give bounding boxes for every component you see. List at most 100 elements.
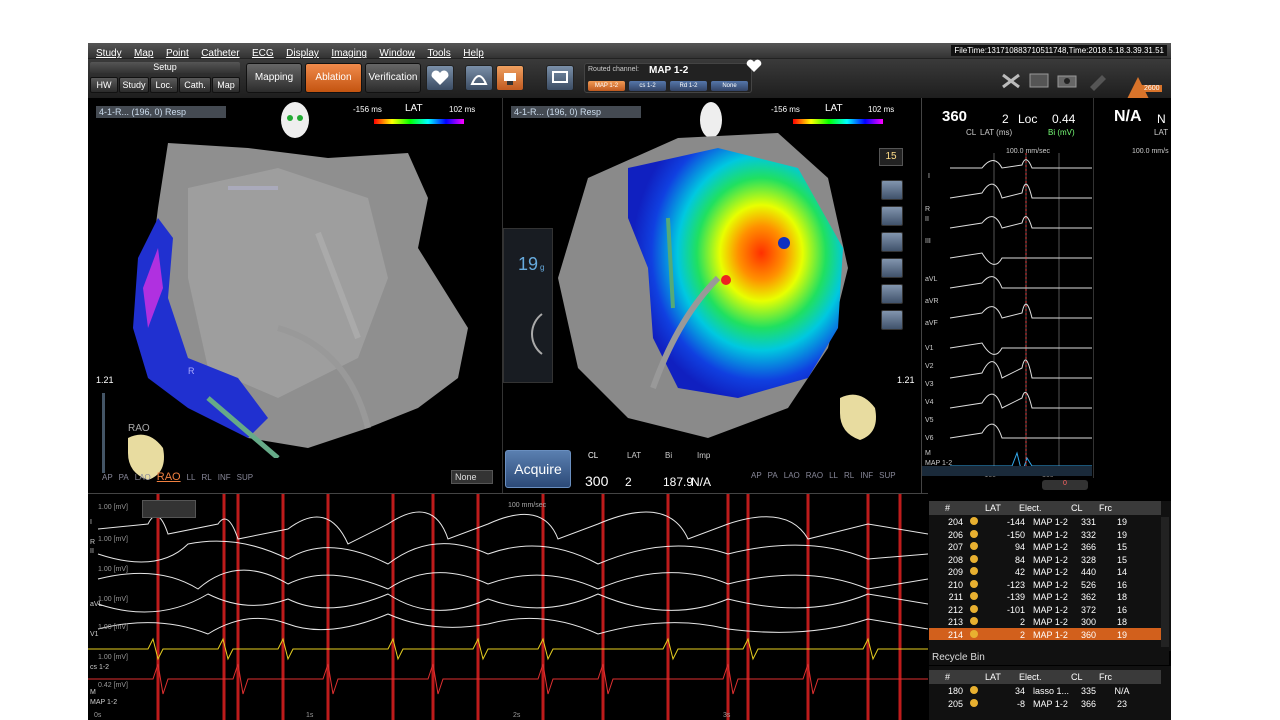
view-rl-2[interactable]: RL: [844, 471, 854, 480]
table-row[interactable]: 205 -8 MAP 1-2 366 23: [929, 697, 1161, 710]
view-lao-2[interactable]: LAO: [784, 471, 800, 480]
heart-orientation-icon-2[interactable]: [835, 388, 880, 443]
ablation-tool-button[interactable]: [496, 65, 524, 91]
wave-label-v1: V1: [90, 631, 99, 638]
table-row[interactable]: 208 84 MAP 1-2 328 15: [929, 553, 1161, 566]
table-row[interactable]: 207 94 MAP 1-2 366 15: [929, 540, 1161, 553]
wave-tool-buttons[interactable]: [142, 500, 196, 518]
point-frc: N/A: [1114, 686, 1130, 696]
channel-cs12[interactable]: cs 1-2: [629, 81, 666, 91]
col-lat[interactable]: LAT: [981, 501, 1017, 515]
table-row[interactable]: 212 -101 MAP 1-2 372 16: [929, 603, 1161, 616]
left-map-header[interactable]: 4-1-R... (196, 0) Resp: [96, 106, 226, 118]
point-num: 213: [947, 617, 963, 627]
point-tag-icon: [969, 684, 993, 698]
lat-max-label: 102 ms: [449, 105, 476, 114]
table-row[interactable]: 206 -150 MAP 1-2 332 19: [929, 528, 1161, 541]
ecg-scrollbar[interactable]: [922, 466, 1092, 476]
col-frc[interactable]: Frc: [1097, 501, 1123, 515]
display-icon[interactable]: [1028, 71, 1050, 91]
acq-cl-value: 300: [585, 473, 609, 489]
rcol-cl[interactable]: CL: [1069, 670, 1097, 684]
view-sup[interactable]: SUP: [237, 473, 253, 482]
camera-icon[interactable]: [1056, 71, 1078, 91]
screen-icon-button[interactable]: [546, 65, 574, 91]
lead-avf: aVF: [925, 320, 938, 327]
left-anatomy-map[interactable]: [128, 128, 500, 458]
point-tool-button[interactable]: [881, 284, 903, 304]
view-rao[interactable]: RAO: [157, 471, 181, 483]
table-row[interactable]: 210 -123 MAP 1-2 526 16: [929, 578, 1161, 591]
point-elect: MAP 1-2: [1033, 617, 1068, 627]
right-map-header[interactable]: 4-1-R... (196, 0) Resp: [511, 106, 641, 118]
setup-hw-button[interactable]: HW: [90, 77, 118, 93]
map-tool-button[interactable]: [881, 258, 903, 278]
view-pa-2[interactable]: PA: [768, 471, 778, 480]
view-pa[interactable]: PA: [119, 473, 129, 482]
view-ll[interactable]: LL: [187, 473, 196, 482]
heart-icon-button[interactable]: [426, 65, 454, 91]
scale-label-7: 0.42 [mV]: [98, 682, 128, 689]
lead-v2: V2: [925, 363, 934, 370]
tag-tool-button[interactable]: [881, 206, 903, 226]
rcol-num[interactable]: #: [929, 670, 951, 684]
point-counter[interactable]: 15: [879, 148, 903, 166]
point-tag-icon: [969, 528, 993, 542]
table-row[interactable]: 180 34 lasso 1... 335 N/A: [929, 684, 1161, 697]
table-row[interactable]: 214 2 MAP 1-2 360 19: [929, 627, 1161, 640]
zoom-slider[interactable]: [102, 393, 105, 473]
table-row[interactable]: 204 -144 MAP 1-2 331 19: [929, 515, 1161, 528]
rcol-lat[interactable]: LAT: [981, 670, 1017, 684]
channel-map12[interactable]: MAP 1-2: [588, 81, 625, 91]
view-inf[interactable]: INF: [218, 473, 231, 482]
ecg-offset-control[interactable]: 0: [1042, 480, 1088, 490]
view-sup-2[interactable]: SUP: [879, 471, 895, 480]
table-row[interactable]: 213 2 MAP 1-2 300 18: [929, 615, 1161, 628]
verification-mode-button[interactable]: Verification: [365, 63, 421, 93]
right-map-view[interactable]: 4-1-R... (196, 0) Resp -156 ms LAT 102 m…: [502, 98, 919, 493]
col-num[interactable]: #: [929, 501, 951, 515]
shape-icon-button[interactable]: [465, 65, 493, 91]
col-cl[interactable]: CL: [1069, 501, 1097, 515]
left-map-view[interactable]: 4-1-R... (196, 0) Resp -156 ms LAT 102 m…: [88, 98, 500, 493]
zoom-value: 1.21: [96, 375, 114, 385]
setup-map-button[interactable]: Map: [212, 77, 240, 93]
view-ll-2[interactable]: LL: [829, 471, 838, 480]
view-rl[interactable]: RL: [202, 473, 212, 482]
point-num: 207: [947, 542, 963, 552]
view-ap[interactable]: AP: [102, 473, 113, 482]
ablation-mode-button[interactable]: Ablation: [305, 63, 362, 93]
grid-tool-button[interactable]: [881, 180, 903, 200]
rcol-frc[interactable]: Frc: [1097, 670, 1123, 684]
view-lao[interactable]: LAO: [135, 473, 151, 482]
lat-min-label: -156 ms: [353, 105, 382, 114]
ecg-lat-value: 2: [1002, 112, 1009, 126]
points-table-scrollbar[interactable]: [1161, 517, 1169, 647]
ablation-tag-button[interactable]: [881, 310, 903, 330]
rcol-elect[interactable]: Elect.: [1017, 670, 1069, 684]
setup-study-button[interactable]: Study: [119, 77, 149, 93]
view-inf-2[interactable]: INF: [860, 471, 873, 480]
setup-loc-button[interactable]: Loc.: [150, 77, 178, 93]
plug-icon[interactable]: [1086, 71, 1108, 91]
heart-small-icon[interactable]: [744, 59, 764, 75]
recycle-table-body: 180 34 lasso 1... 335 N/A 205 -8 MAP 1-2 366 23: [929, 684, 1161, 709]
col-elect[interactable]: Elect.: [1017, 501, 1069, 515]
table-row[interactable]: 211 -139 MAP 1-2 362 18: [929, 590, 1161, 603]
view-ap-2[interactable]: AP: [751, 471, 762, 480]
view-rao-2[interactable]: RAO: [806, 471, 823, 480]
ecg-panel: 360 CL 2 LAT (ms) Loc 0.44 Bi (mV) N/A N…: [921, 98, 1171, 493]
setup-cath-button[interactable]: Cath.: [179, 77, 211, 93]
channel-none[interactable]: None: [711, 81, 748, 91]
mapping-mode-button[interactable]: Mapping: [246, 63, 302, 93]
none-select[interactable]: None: [451, 470, 493, 484]
acquire-button[interactable]: Acquire: [505, 450, 571, 488]
ecg-traces: [949, 153, 1092, 473]
carto-window: Study Map Point Catheter ECG Display Ima…: [88, 43, 1171, 720]
channel-rd12[interactable]: Rd 1-2: [670, 81, 707, 91]
cable-icon[interactable]: [1000, 71, 1022, 91]
ecg-bi-label: Bi (mV): [1048, 128, 1075, 137]
table-row[interactable]: 209 42 MAP 1-2 440 14: [929, 565, 1161, 578]
right-anatomy-map[interactable]: [558, 118, 858, 438]
surface-tool-button[interactable]: [881, 232, 903, 252]
